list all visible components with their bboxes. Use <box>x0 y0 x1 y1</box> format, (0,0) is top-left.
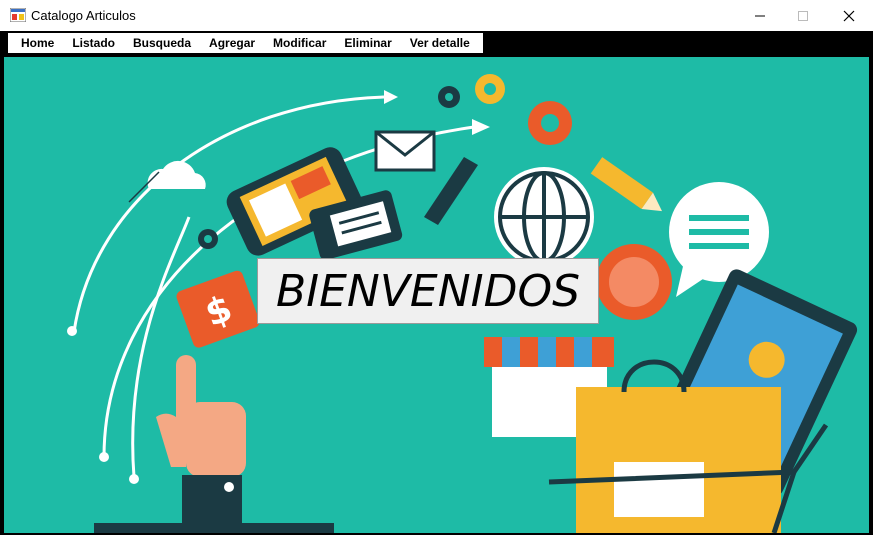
welcome-label: BIENVENIDOS <box>257 258 599 324</box>
title-bar: Catalogo Articulos <box>0 0 873 31</box>
menu-item-agregar[interactable]: Agregar <box>200 33 264 53</box>
menu-item-listado[interactable]: Listado <box>63 33 124 53</box>
window-title: Catalogo Articulos <box>31 8 136 23</box>
menu-strip: Home Listado Busqueda Agregar Modificar … <box>8 33 483 53</box>
close-icon <box>843 10 855 21</box>
menu-item-eliminar[interactable]: Eliminar <box>335 33 400 53</box>
app-icon <box>10 8 26 22</box>
menu-bar: Home Listado Busqueda Agregar Modificar … <box>0 31 873 55</box>
minimize-icon <box>755 15 765 16</box>
maximize-button[interactable] <box>780 0 826 31</box>
welcome-text: BIENVENIDOS <box>275 265 581 317</box>
main-content: $ BIENVENIDOS <box>0 55 873 535</box>
maximize-icon <box>798 10 808 21</box>
close-button[interactable] <box>826 0 872 31</box>
menu-item-home[interactable]: Home <box>12 33 63 53</box>
minimize-button[interactable] <box>737 0 783 31</box>
menu-item-modificar[interactable]: Modificar <box>264 33 335 53</box>
menu-item-busqueda[interactable]: Busqueda <box>124 33 200 53</box>
menu-item-ver-detalle[interactable]: Ver detalle <box>401 33 479 53</box>
